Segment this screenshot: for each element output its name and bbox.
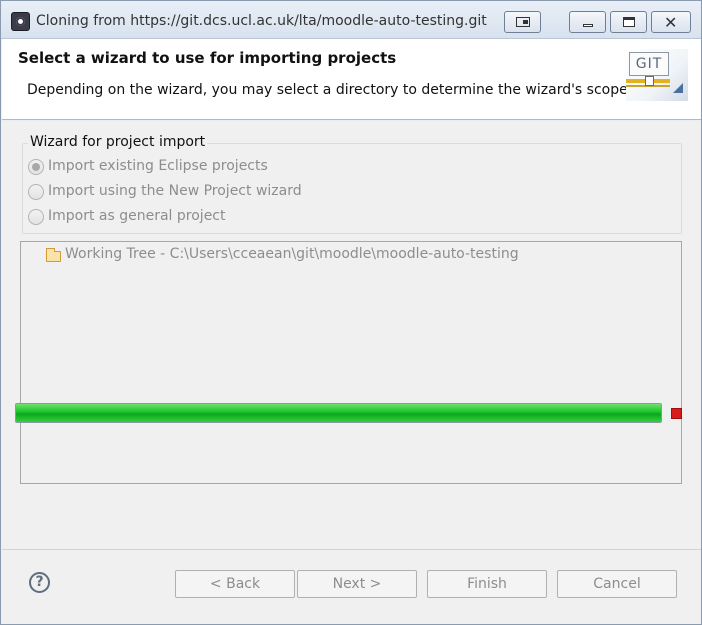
radio-button[interactable] — [28, 159, 44, 175]
stop-icon[interactable] — [671, 408, 682, 419]
import-wizard-dialog: Cloning from https://git.dcs.ucl.ac.uk/l… — [0, 0, 702, 625]
radio-label: Import existing Eclipse projects — [48, 158, 268, 174]
maximize-icon — [623, 17, 635, 27]
project-tree[interactable]: Working Tree - C:\Users\cceaean\git\mood… — [20, 241, 682, 484]
window-title: Cloning from https://git.dcs.ucl.ac.uk/l… — [36, 13, 487, 29]
group-legend: Wizard for project import — [28, 134, 208, 150]
close-button[interactable]: ✕ — [651, 11, 691, 33]
radio-button[interactable] — [28, 209, 44, 225]
back-button[interactable]: < Back — [175, 570, 295, 598]
maximize-button[interactable] — [610, 11, 647, 33]
tree-item-working-tree[interactable]: Working Tree - C:\Users\cceaean\git\mood… — [65, 246, 519, 262]
git-logo-text: GIT — [629, 52, 669, 76]
wizard-body: Wizard for project import Import existin… — [2, 121, 701, 550]
git-logo-corner — [673, 83, 683, 93]
title-bar[interactable]: Cloning from https://git.dcs.ucl.ac.uk/l… — [1, 1, 701, 39]
finish-button[interactable]: Finish — [427, 570, 547, 598]
eclipse-icon — [11, 12, 30, 31]
minimize-button[interactable] — [569, 11, 606, 33]
radio-button[interactable] — [28, 184, 44, 200]
help-icon[interactable]: ? — [29, 572, 50, 593]
git-logo-node — [645, 76, 654, 86]
progress-fill — [16, 404, 661, 422]
next-button[interactable]: Next > — [297, 570, 417, 598]
window-mode-icon — [516, 17, 530, 27]
wizard-header: Select a wizard to use for importing pro… — [2, 39, 701, 120]
radio-label: Import using the New Project wizard — [48, 183, 302, 199]
cancel-button[interactable]: Cancel — [557, 570, 677, 598]
git-logo-icon: GIT — [626, 49, 688, 101]
page-description: Depending on the wizard, you may select … — [27, 82, 628, 98]
page-title: Select a wizard to use for importing pro… — [18, 49, 397, 67]
minimize-icon — [583, 24, 593, 27]
close-icon: ✕ — [664, 13, 678, 32]
progress-bar — [15, 403, 662, 423]
window-extra-button[interactable] — [504, 11, 541, 33]
wizard-footer: ? < Back Next > Finish Cancel — [2, 550, 701, 624]
radio-label: Import as general project — [48, 208, 226, 224]
folder-open-icon — [46, 248, 61, 262]
